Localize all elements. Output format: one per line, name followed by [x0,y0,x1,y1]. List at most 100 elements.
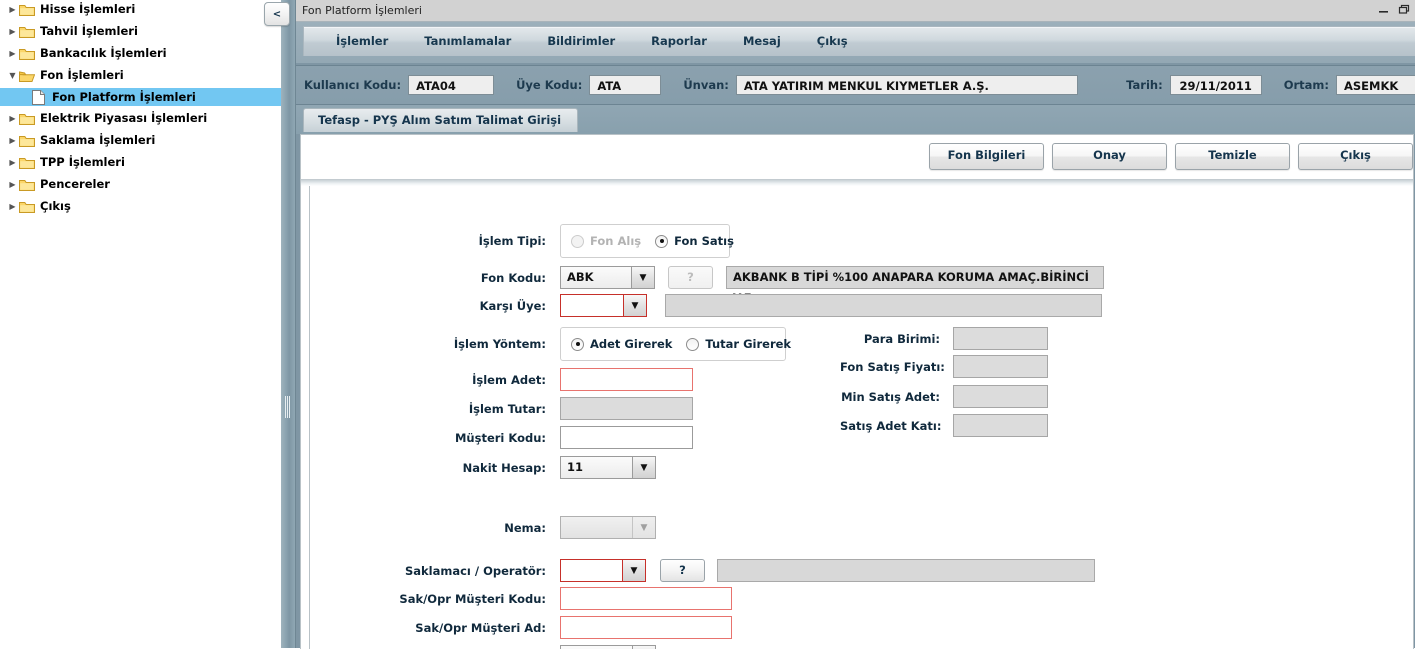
islem-adet-input[interactable] [560,368,693,391]
ortam-label: Ortam: [1283,78,1329,92]
tree-item-bankacilik-islemleri[interactable]: ▶ Bankacılık İşlemleri [0,45,281,62]
onay-button[interactable]: Onay [1052,143,1167,170]
radio-fon-alis[interactable]: Fon Alış [571,234,641,248]
sidebar-splitter[interactable] [281,0,296,648]
collapse-sidebar-button[interactable]: < [264,2,290,26]
row-nakit-hesap: Nakit Hesap: 11 ▼ [310,456,656,479]
chevron-down-icon[interactable]: ▼ [6,71,19,80]
karsi-uye-combobox[interactable]: ▼ [560,294,647,317]
chevron-right-icon[interactable]: ▶ [6,202,19,211]
chevron-down-icon[interactable]: ▼ [632,457,655,478]
cikis-button[interactable]: Çıkış [1298,143,1413,170]
tree-item-fon-platform-islemleri[interactable]: Fon Platform İşlemleri [0,88,281,106]
chevron-right-icon[interactable]: ▶ [6,5,19,14]
tabstrip: Tefasp - PYŞ Alım Satım Talimat Girişi [296,105,1415,134]
islem-tutar-input [560,397,693,420]
radio-adet-girerek[interactable]: Adet Girerek [571,337,672,351]
tree-item-label: Bankacılık İşlemleri [40,46,167,60]
nakit-hesap-combobox[interactable]: 11 ▼ [560,456,656,479]
row-fon-satis-fiyati: Fon Satış Fiyatı: [840,355,1048,378]
islem-yontem-radiogroup: Adet Girerek Tutar Girerek [560,327,791,361]
fon-satis-fiyati-label: Fon Satış Fiyatı: [840,359,945,374]
menu-item-mesaj[interactable]: Mesaj [725,28,799,55]
saklamaci-operator-value[interactable] [561,560,622,581]
radio-adet-girerek-dot[interactable] [571,337,584,351]
para-birimi-input [953,327,1048,350]
unvan-label: Ünvan: [683,78,729,92]
chevron-down-icon[interactable]: ▼ [631,267,654,288]
radio-fon-alis-label: Fon Alış [590,234,642,248]
fon-kodu-combobox[interactable]: ABK ▼ [560,266,655,289]
folder-icon [19,201,35,213]
tree-item-pencereler[interactable]: ▶ Pencereler [0,176,281,193]
restore-icon[interactable] [1398,4,1410,18]
chevron-right-icon[interactable]: ▶ [6,114,19,123]
nema-combobox[interactable]: ▼ [560,516,656,539]
fon-bilgileri-button[interactable]: Fon Bilgileri [929,143,1044,170]
radio-tutar-girerek[interactable]: Tutar Girerek [686,337,791,351]
tree-item-hisse-islemleri[interactable]: ▶ Hisse İşlemleri [0,1,281,18]
menu-item-islemler[interactable]: İşlemler [318,28,406,55]
menu-item-raporlar[interactable]: Raporlar [633,28,725,55]
chevron-down-icon[interactable]: ▼ [622,560,645,581]
islem-tipi-label: İşlem Tipi: [478,234,546,248]
sak-opr-musteri-ad-input[interactable] [560,616,732,639]
tree-item-cikis[interactable]: ▶ Çıkış [0,198,281,215]
tree-item-label: Pencereler [40,177,110,191]
window-titlebar: Fon Platform İşlemleri [296,0,1415,22]
menubar: İşlemler Tanımlamalar Bildirimler Raporl… [303,26,1415,56]
para-birimi-label: Para Birimi: [863,331,940,346]
fon-kodu-help-button[interactable]: ? [668,266,713,289]
chevron-down-icon[interactable]: ▼ [632,517,655,538]
window-controls [1378,4,1415,18]
radio-fon-satis[interactable]: Fon Satış [655,234,734,248]
talimat-form: İşlem Tipi: Fon Alış Fon Satış Fon Kodu:… [309,186,1413,649]
chevron-right-icon[interactable]: ▶ [6,158,19,167]
sak-opr-musteri-kodu-input[interactable] [560,587,732,610]
tree-item-saklama-islemleri[interactable]: ▶ Saklama İşlemleri [0,132,281,149]
islem-adet-label: İşlem Adet: [472,372,546,387]
chevron-down-icon[interactable]: ▼ [623,295,646,316]
tree-item-fon-islemleri[interactable]: ▼ Fon İşlemleri [0,67,281,84]
session-infobar: Kullanıcı Kodu: ATA04 Üye Kodu: ATA Ünva… [296,65,1415,105]
tab-pys-alim-satim-talimat-girisi[interactable]: Tefasp - PYŞ Alım Satım Talimat Girişi [303,108,579,132]
chevron-right-icon[interactable]: ▶ [6,180,19,189]
tree-item-tahvil-islemleri[interactable]: ▶ Tahvil İşlemleri [0,23,281,40]
folder-icon [19,135,35,147]
tree-item-tpp-islemleri[interactable]: ▶ TPP İşlemleri [0,154,281,171]
musteri-kodu-label: Müşteri Kodu: [454,430,546,445]
min-satis-adet-input [953,385,1048,408]
chevron-right-icon[interactable]: ▶ [6,27,19,36]
minimize-icon[interactable] [1378,4,1389,18]
chevron-right-icon[interactable]: ▶ [6,49,19,58]
musteri-kodu-input[interactable] [560,426,693,449]
tree-item-label: Fon Platform İşlemleri [52,89,196,104]
radio-tutar-girerek-label: Tutar Girerek [705,337,792,351]
menu-item-tanimlamalar[interactable]: Tanımlamalar [406,28,529,55]
sak-opr-mus-hesap-combobox[interactable]: 30 ▼ [560,645,656,649]
radio-fon-satis-dot[interactable] [655,234,669,248]
folder-icon [19,113,35,125]
tree-item-label: Çıkış [40,199,71,213]
tree-item-label: Fon İşlemleri [40,68,124,82]
saklamaci-help-button[interactable]: ? [660,559,705,582]
tree-item-elektrik-piyasasi-islemleri[interactable]: ▶ Elektrik Piyasası İşlemleri [0,110,281,127]
action-toolbar-buttons: Fon Bilgileri Onay Temizle Çıkış [929,143,1413,170]
tree-item-label: Hisse İşlemleri [40,2,136,16]
saklamaci-operator-combobox[interactable]: ▼ [560,559,646,582]
satis-adet-kati-input [953,414,1048,437]
radio-fon-satis-label: Fon Satış [674,234,734,248]
menu-item-bildirimler[interactable]: Bildirimler [529,28,633,55]
radio-tutar-girerek-dot[interactable] [686,337,700,351]
splitter-grip-icon[interactable] [284,396,292,418]
nakit-hesap-label: Nakit Hesap: [462,460,546,475]
uye-kodu-label: Üye Kodu: [516,78,583,92]
menu-item-cikis[interactable]: Çıkış [799,28,866,55]
tree-item-label: Tahvil İşlemleri [40,24,138,38]
karsi-uye-value[interactable] [561,295,623,316]
tree-item-label: TPP İşlemleri [40,155,125,169]
min-satis-adet-label: Min Satış Adet: [841,389,940,404]
chevron-right-icon[interactable]: ▶ [6,136,19,145]
temizle-button[interactable]: Temizle [1175,143,1290,170]
radio-fon-alis-dot[interactable] [571,234,584,248]
